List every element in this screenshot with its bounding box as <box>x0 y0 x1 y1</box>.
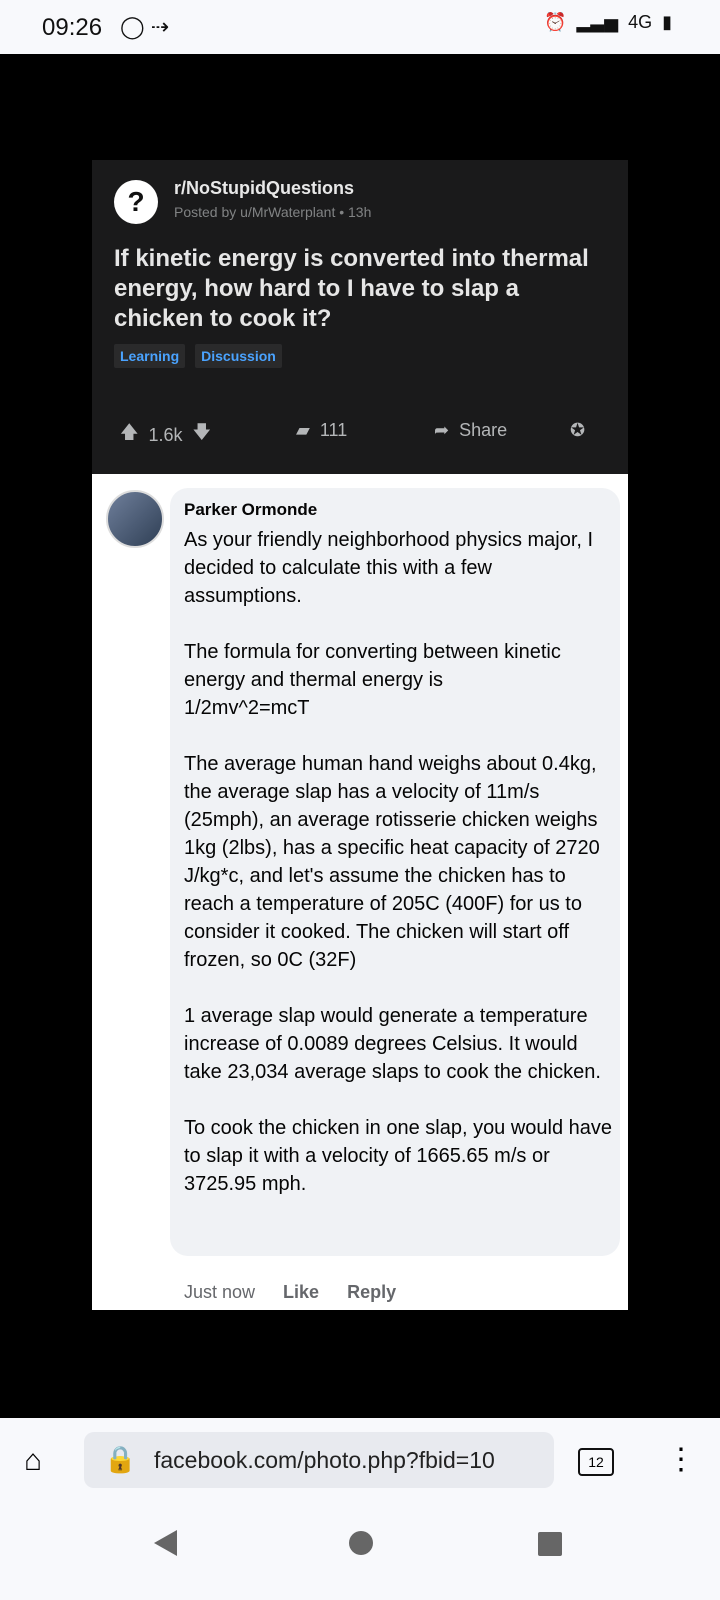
upvote-icon: 🡅 <box>120 422 139 442</box>
comment-paragraph-2: The formula for converting between kinet… <box>184 641 561 719</box>
4g-icon: 4G <box>628 12 653 32</box>
status-time: 09:26 <box>42 14 103 41</box>
posted-by: Posted by u/MrWaterplant • 13h <box>174 204 372 220</box>
downvote-icon: 🡇 <box>192 422 212 442</box>
url-text: facebook.com/photo.php?fbid=10 <box>154 1447 495 1473</box>
question-mark-icon: ? <box>114 180 158 224</box>
status-right-icons: ⏰ ▂▃▅ 4G ▮ <box>544 12 672 33</box>
comment-paragraph-3: The average human hand weighs about 0.4k… <box>184 753 600 971</box>
share-action: ➦ Share <box>434 420 507 441</box>
status-bar: 09:26 ◯ ⇢ ⏰ ▂▃▅ 4G ▮ <box>0 0 720 54</box>
share-label: Share <box>459 420 508 440</box>
tag-discussion: Discussion <box>195 344 282 368</box>
comment-author: Parker Ormonde <box>184 500 318 519</box>
avatar <box>106 490 164 548</box>
home-button-icon[interactable] <box>349 1531 373 1555</box>
share-icon: ➦ <box>434 420 450 440</box>
address-bar[interactable]: 🔒 facebook.com/photo.php?fbid=10 <box>84 1432 554 1488</box>
like-link[interactable]: Like <box>283 1282 319 1303</box>
comment-count: ▰ 111 <box>296 420 347 441</box>
comment-paragraph-5: To cook the chicken in one slap, you wou… <box>184 1117 613 1195</box>
status-left-icons: ◯ ⇢ <box>120 14 170 39</box>
post-title: If kinetic energy is converted into ther… <box>114 245 589 332</box>
reply-link[interactable]: Reply <box>347 1282 396 1303</box>
tab-count-button[interactable]: 12 <box>578 1448 614 1476</box>
back-icon[interactable] <box>154 1530 177 1556</box>
comment-paragraph-4: 1 average slap would generate a temperat… <box>184 1005 601 1083</box>
comment-paragraph-1: As your friendly neighborhood physics ma… <box>184 529 594 607</box>
comment-actions: Just now Like Reply <box>184 1282 396 1303</box>
vote-controls: 🡅 1.6k 🡇 <box>120 420 211 450</box>
home-icon[interactable]: ⌂ <box>24 1444 64 1478</box>
system-navbar <box>0 1502 720 1600</box>
tag-list: Learning Discussion <box>114 344 282 368</box>
recents-icon[interactable] <box>538 1532 562 1556</box>
award-icon: ✪ <box>570 420 586 440</box>
battery-icon: ▮ <box>662 12 672 32</box>
more-options-icon[interactable]: ⋮ <box>666 1442 696 1477</box>
post-actions: 🡅 1.6k 🡇 ▰ 111 ➦ Share ✪ <box>92 420 628 450</box>
comment-bubble: Parker Ormonde As your friendly neighbor… <box>170 488 620 1256</box>
alarm-icon: ⏰ <box>544 12 567 32</box>
signal-icon: ▂▃▅ <box>576 12 619 32</box>
facebook-comment: Parker Ormonde As your friendly neighbor… <box>92 474 628 1310</box>
comment-icon: ▰ <box>296 420 310 440</box>
comment-text: As your friendly neighborhood physics ma… <box>184 526 614 1226</box>
subreddit-name: r/NoStupidQuestions <box>174 178 354 198</box>
tag-learning: Learning <box>114 344 186 368</box>
comment-time: Just now <box>184 1282 256 1302</box>
vote-count: 1.6k <box>148 424 183 445</box>
lock-icon: 🔒 <box>104 1444 137 1474</box>
comment-count-text: 111 <box>319 420 348 440</box>
browser-bar: ⌂ 🔒 facebook.com/photo.php?fbid=10 12 ⋮ <box>0 1418 720 1502</box>
reddit-post: ? r/NoStupidQuestions Posted by u/MrWate… <box>92 160 628 474</box>
